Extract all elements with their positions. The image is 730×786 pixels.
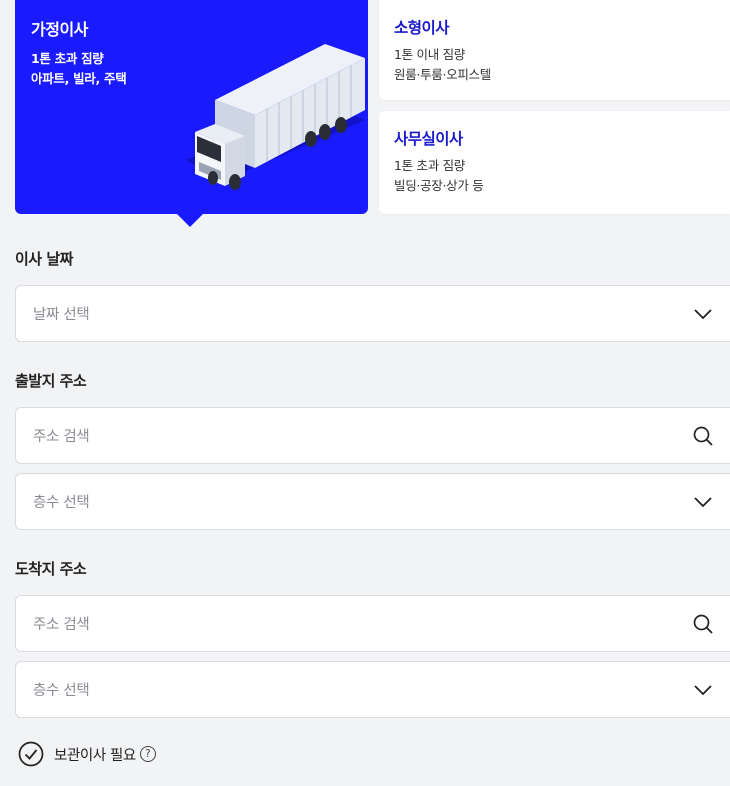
move-type-desc-line: 1톤 이내 짐량 [394,47,465,62]
chevron-down-icon [694,684,712,695]
move-type-desc-line: 원룸·투룸·오피스텔 [394,67,491,82]
destination-address-search[interactable]: 주소 검색 [15,595,730,652]
selected-pointer [177,214,203,227]
move-type-office-card[interactable]: 사무실이사 1톤 초과 짐량 빌딩·공장·상가 등 [379,111,730,214]
move-type-small-card[interactable]: 소형이사 1톤 이내 짐량 원룸·투룸·오피스텔 [379,0,730,100]
date-select-placeholder: 날짜 선택 [33,307,90,323]
destination-floor-select[interactable]: 층수 선택 [15,661,730,718]
chevron-down-icon [694,496,712,507]
help-icon[interactable]: ? [139,746,156,762]
destination-address-label: 도착지 주소 [15,560,87,578]
moving-form: 가정이사 1톤 초과 짐량 아파트, 빌라, 주택 소형이사 1톤 이내 짐량 … [0,0,730,786]
origin-floor-placeholder: 층수 선택 [33,495,90,511]
origin-address-search[interactable]: 주소 검색 [15,407,730,464]
origin-address-label: 출발지 주소 [15,372,87,390]
move-type-title: 소형이사 [394,19,450,37]
date-select[interactable]: 날짜 선택 [15,285,730,342]
move-type-desc-line: 1톤 초과 짐량 [394,158,465,173]
origin-address-placeholder: 주소 검색 [33,429,90,445]
destination-address-placeholder: 주소 검색 [33,617,90,633]
move-type-desc: 1톤 이내 짐량 원룸·투룸·오피스텔 [394,45,715,85]
storage-label: 보관이사 필요 [54,747,136,764]
move-type-desc-line: 빌딩·공장·상가 등 [394,178,484,193]
origin-floor-select[interactable]: 층수 선택 [15,473,730,530]
chevron-down-icon [694,308,712,319]
search-icon [693,426,713,446]
storage-checkbox[interactable]: 보관이사 필요 ? [18,741,156,767]
search-icon [693,614,713,634]
move-type-desc: 1톤 초과 짐량 빌딩·공장·상가 등 [394,156,715,196]
move-type-home-card[interactable]: 가정이사 1톤 초과 짐량 아파트, 빌라, 주택 [15,0,368,214]
truck-illustration [185,44,365,190]
move-type-title: 사무실이사 [394,130,463,148]
destination-floor-placeholder: 층수 선택 [33,683,90,699]
move-type-title: 가정이사 [31,20,88,39]
move-date-label: 이사 날짜 [15,250,73,268]
check-circle-icon [18,741,44,767]
